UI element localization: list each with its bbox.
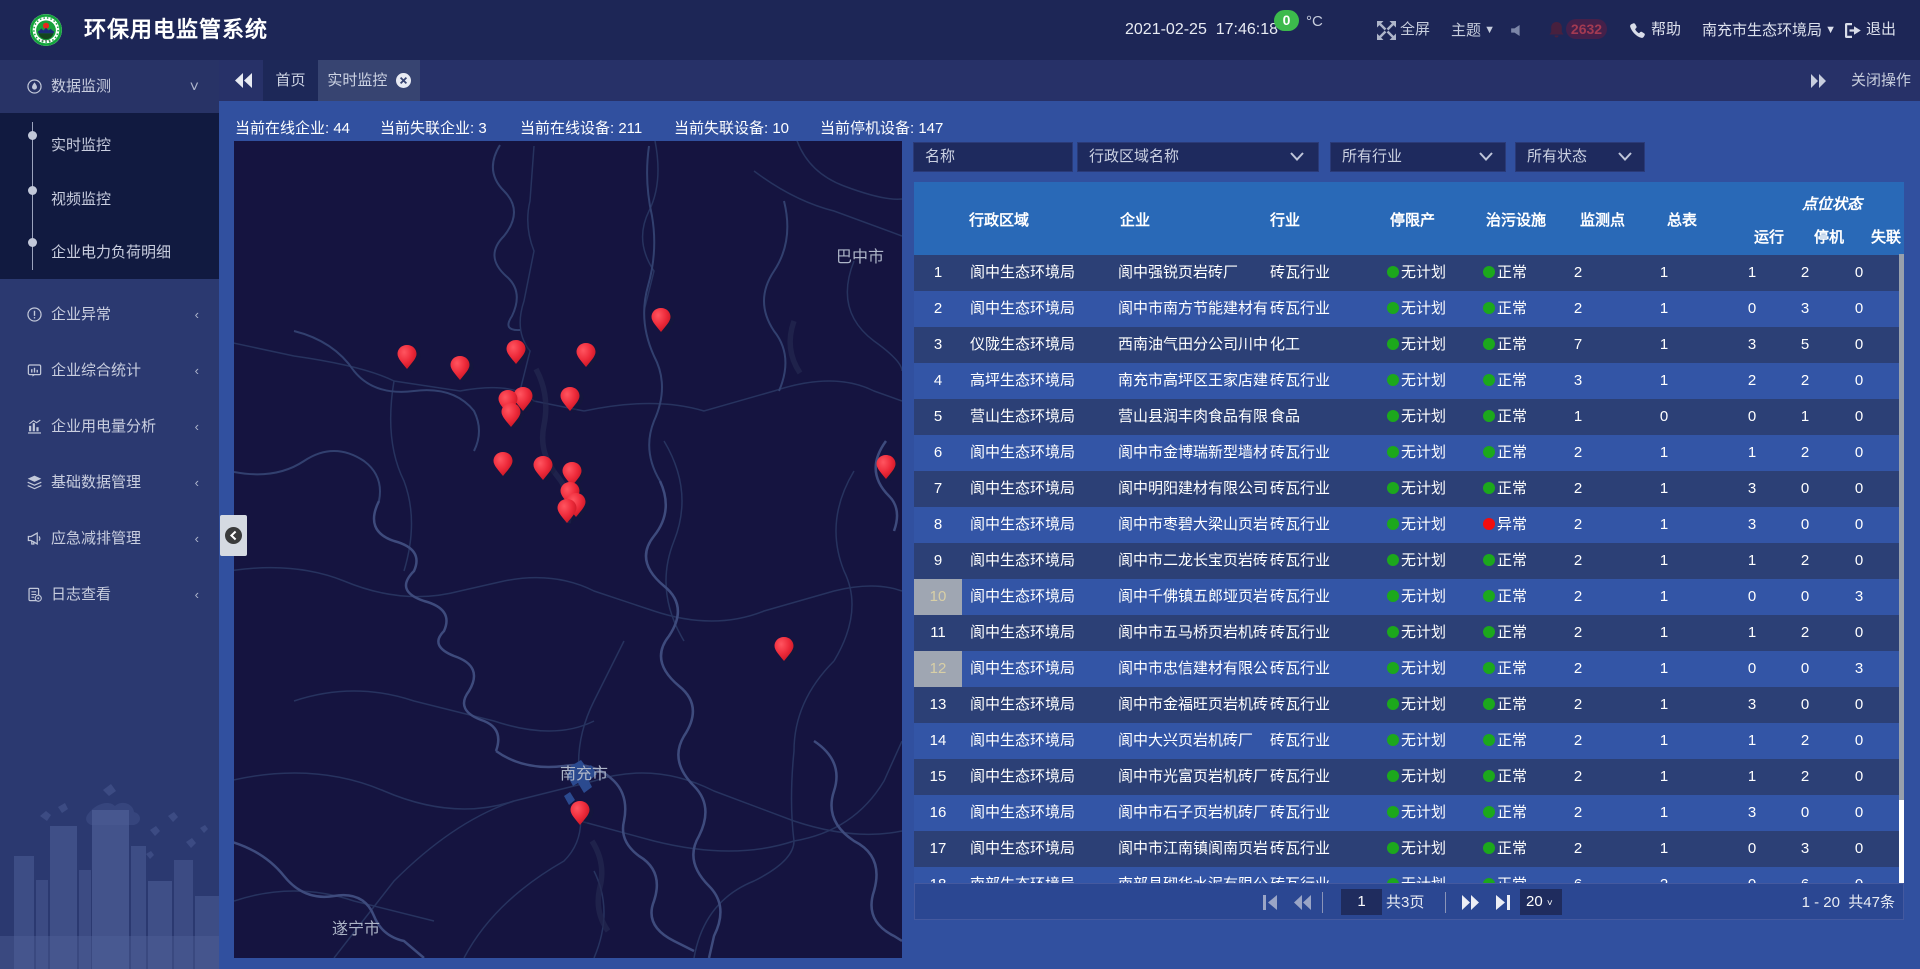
- svg-text:巴中市: 巴中市: [836, 248, 884, 266]
- svg-text:遂宁市: 遂宁市: [332, 920, 380, 938]
- svg-text:南充市: 南充市: [560, 765, 608, 783]
